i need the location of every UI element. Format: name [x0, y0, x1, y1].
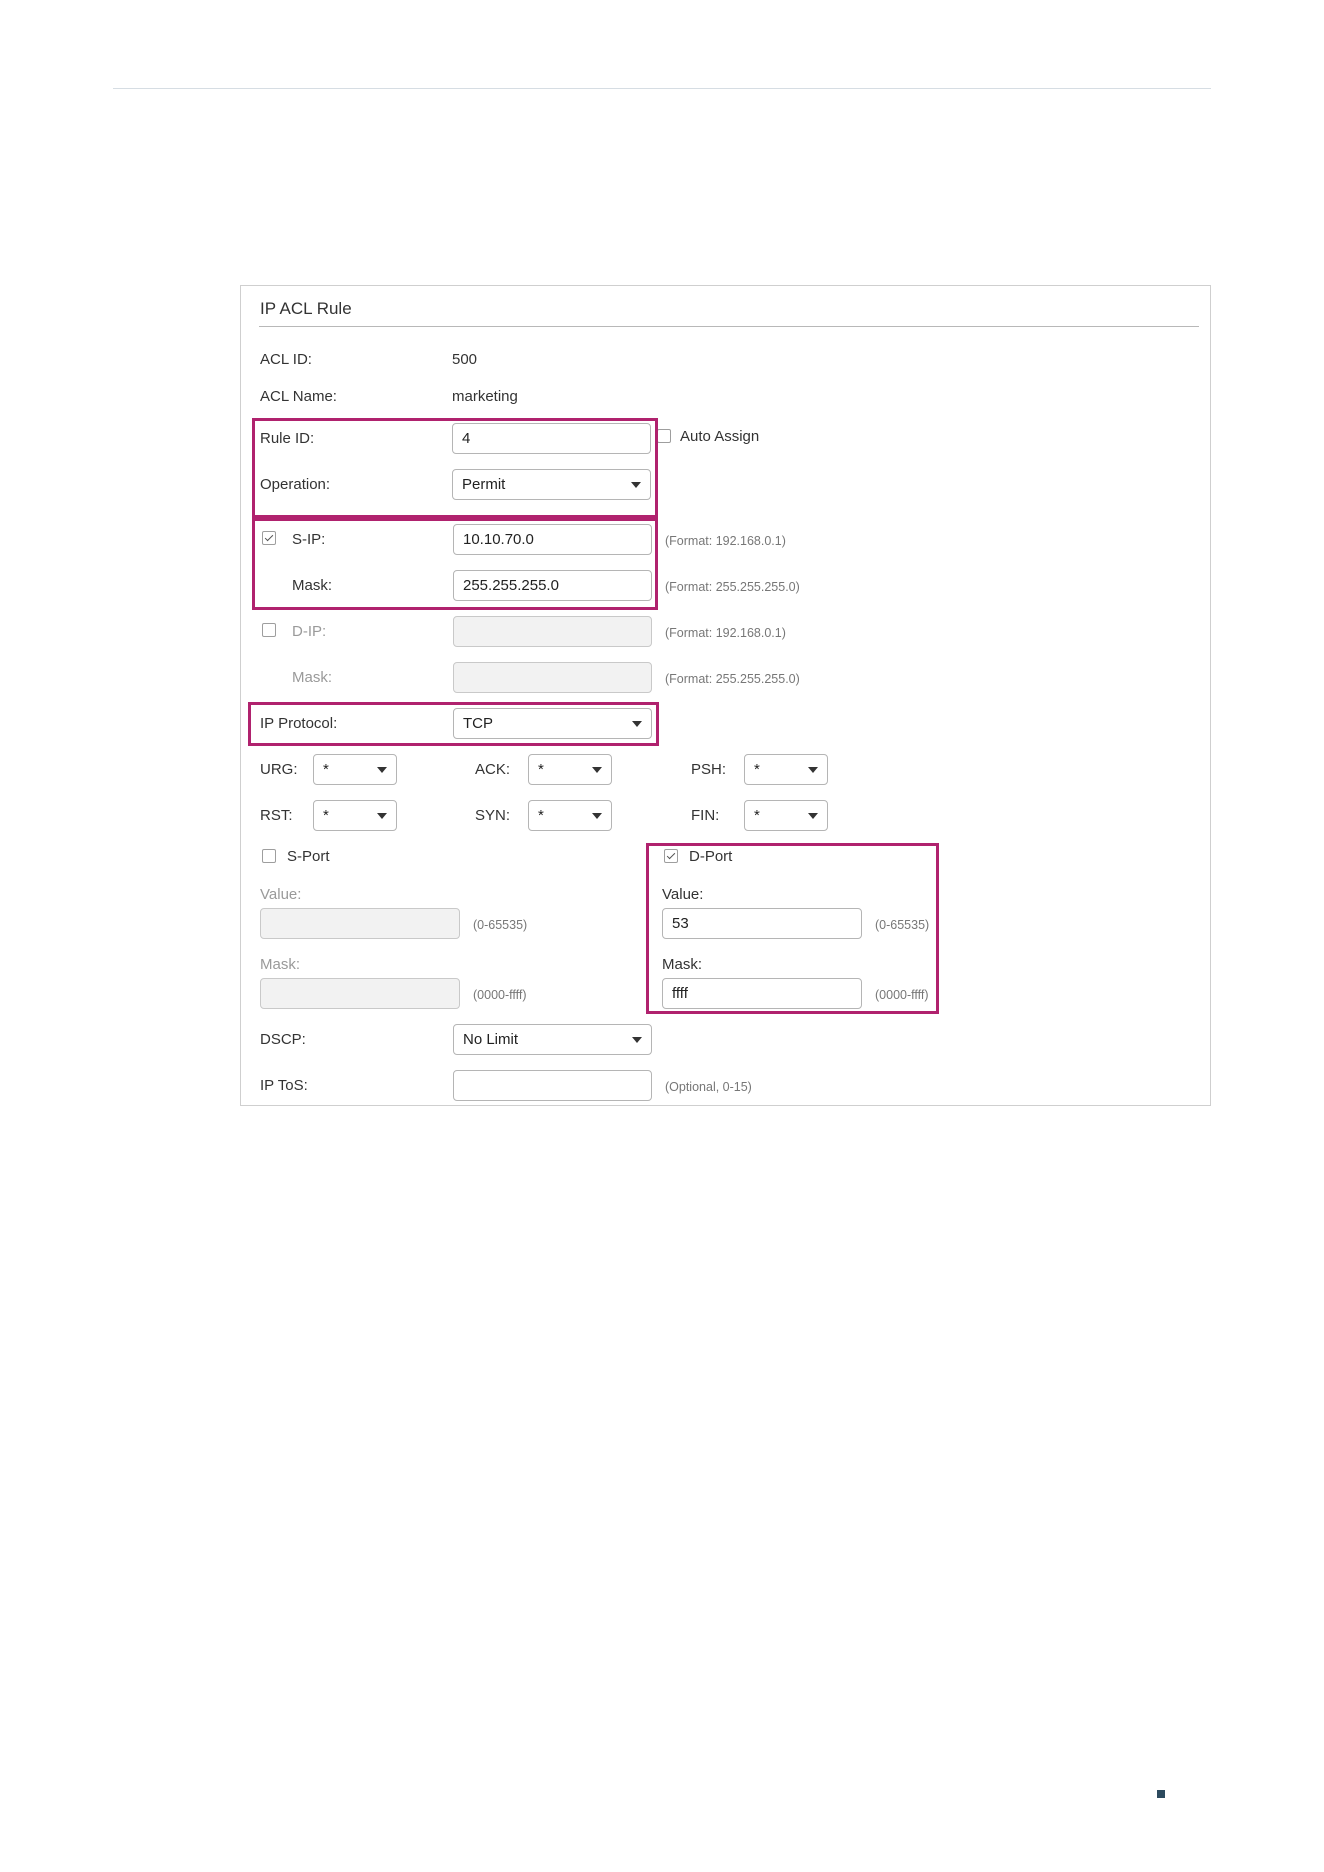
- syn-label: SYN:: [475, 807, 511, 824]
- chevron-down-icon: [632, 721, 642, 727]
- s-ip-format-hint: (Format: 192.168.0.1): [665, 534, 786, 548]
- auto-assign-checkbox[interactable]: [657, 429, 671, 443]
- s-ip-mask-label: Mask:: [292, 577, 333, 594]
- s-port-mask-hint: (0000-ffff): [473, 988, 527, 1002]
- operation-selected-value: Permit: [462, 476, 506, 493]
- ip-protocol-label: IP Protocol:: [260, 715, 338, 732]
- ip-acl-rule-panel: IP ACL Rule ACL ID: 500 ACL Name: market…: [240, 285, 1211, 1106]
- urg-selected-value: *: [323, 761, 329, 778]
- d-ip-mask-format-hint: (Format: 255.255.255.0): [665, 672, 800, 686]
- operation-select[interactable]: Permit: [452, 469, 651, 500]
- s-ip-mask-input[interactable]: 255.255.255.0: [453, 570, 652, 601]
- rule-id-input[interactable]: 4: [452, 423, 651, 454]
- ip-protocol-select[interactable]: TCP: [453, 708, 652, 739]
- psh-selected-value: *: [754, 761, 760, 778]
- chevron-down-icon: [808, 767, 818, 773]
- ack-selected-value: *: [538, 761, 544, 778]
- d-ip-input[interactable]: [453, 616, 652, 647]
- acl-id-value: 500: [452, 351, 478, 368]
- fin-label: FIN:: [691, 807, 720, 824]
- ip-protocol-selected-value: TCP: [463, 715, 493, 732]
- rule-id-label: Rule ID:: [260, 430, 315, 447]
- s-ip-mask-format-hint: (Format: 255.255.255.0): [665, 580, 800, 594]
- fin-select[interactable]: *: [744, 800, 828, 831]
- s-ip-checkbox[interactable]: [262, 531, 276, 545]
- d-port-mask-hint: (0000-ffff): [875, 988, 929, 1002]
- chevron-down-icon: [631, 482, 641, 488]
- ack-label: ACK:: [475, 761, 511, 778]
- rst-selected-value: *: [323, 807, 329, 824]
- s-port-value-hint: (0-65535): [473, 918, 528, 932]
- s-ip-input[interactable]: 10.10.70.0: [453, 524, 652, 555]
- chevron-down-icon: [592, 767, 602, 773]
- page-corner-mark: [1157, 1790, 1165, 1798]
- chevron-down-icon: [377, 767, 387, 773]
- d-port-label: D-Port: [689, 848, 733, 865]
- d-ip-checkbox[interactable]: [262, 623, 276, 637]
- urg-select[interactable]: *: [313, 754, 397, 785]
- ip-tos-input[interactable]: [453, 1070, 652, 1101]
- ip-tos-hint: (Optional, 0-15): [665, 1080, 752, 1094]
- rst-label: RST:: [260, 807, 293, 824]
- page-header-divider: [113, 88, 1211, 89]
- d-port-checkbox[interactable]: [664, 849, 678, 863]
- d-ip-mask-label: Mask:: [292, 669, 333, 686]
- d-port-value-hint: (0-65535): [875, 918, 930, 932]
- s-port-value-label: Value:: [260, 886, 302, 903]
- panel-title: IP ACL Rule: [260, 299, 352, 318]
- s-ip-label: S-IP:: [292, 531, 326, 548]
- auto-assign-label: Auto Assign: [680, 428, 760, 445]
- d-port-mask-label: Mask:: [662, 956, 703, 973]
- dscp-label: DSCP:: [260, 1031, 306, 1048]
- s-port-mask-label: Mask:: [260, 956, 301, 973]
- syn-select[interactable]: *: [528, 800, 612, 831]
- d-ip-format-hint: (Format: 192.168.0.1): [665, 626, 786, 640]
- dscp-select[interactable]: No Limit: [453, 1024, 652, 1055]
- ip-tos-label: IP ToS:: [260, 1077, 308, 1094]
- d-port-value-input[interactable]: 53: [662, 908, 862, 939]
- d-ip-label: D-IP:: [292, 623, 327, 640]
- chevron-down-icon: [808, 813, 818, 819]
- operation-label: Operation:: [260, 476, 331, 493]
- acl-id-label: ACL ID:: [260, 351, 312, 368]
- chevron-down-icon: [632, 1037, 642, 1043]
- rst-select[interactable]: *: [313, 800, 397, 831]
- chevron-down-icon: [592, 813, 602, 819]
- panel-title-divider: [259, 326, 1199, 327]
- d-ip-mask-input[interactable]: [453, 662, 652, 693]
- fin-selected-value: *: [754, 807, 760, 824]
- acl-name-label: ACL Name:: [260, 388, 337, 405]
- s-port-mask-input[interactable]: [260, 978, 460, 1009]
- dscp-selected-value: No Limit: [463, 1031, 519, 1048]
- urg-label: URG:: [260, 761, 298, 778]
- syn-selected-value: *: [538, 807, 544, 824]
- s-port-checkbox[interactable]: [262, 849, 276, 863]
- chevron-down-icon: [377, 813, 387, 819]
- acl-name-value: marketing: [452, 388, 518, 405]
- s-port-label: S-Port: [287, 848, 330, 865]
- ack-select[interactable]: *: [528, 754, 612, 785]
- s-port-value-input[interactable]: [260, 908, 460, 939]
- psh-label: PSH:: [691, 761, 727, 778]
- psh-select[interactable]: *: [744, 754, 828, 785]
- d-port-value-label: Value:: [662, 886, 704, 903]
- d-port-mask-input[interactable]: ffff: [662, 978, 862, 1009]
